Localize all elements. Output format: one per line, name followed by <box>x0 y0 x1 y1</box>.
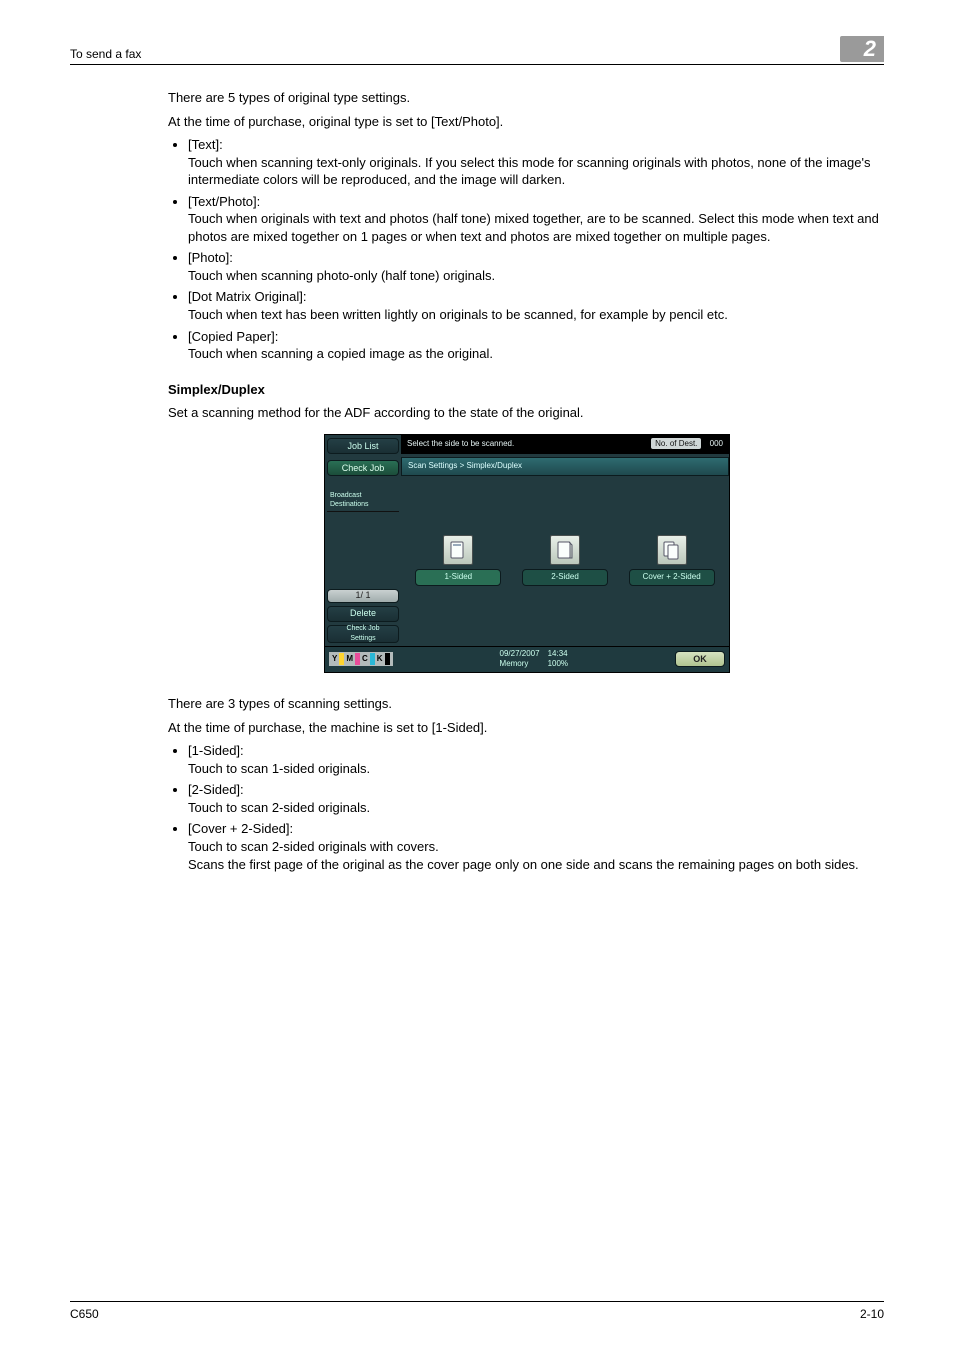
memory-value: 100% <box>548 659 568 668</box>
list-item: [Photo]: Touch when scanning photo-only … <box>188 249 884 284</box>
toner-yellow-icon <box>339 653 344 665</box>
item-desc: Touch when scanning a copied image as th… <box>188 346 493 361</box>
item-name: [Text/Photo]: <box>188 194 260 209</box>
item-name: [Photo]: <box>188 250 233 265</box>
list-item: [2-Sided]: Touch to scan 2-sided origina… <box>188 781 884 816</box>
page-double-icon <box>550 535 580 565</box>
toner-letter: C <box>362 654 368 665</box>
list-item: [Text]: Touch when scanning text-only or… <box>188 136 884 189</box>
touchscreen-screenshot: Job List Select the side to be scanned. … <box>324 434 728 673</box>
list-item: [Copied Paper]: Touch when scanning a co… <box>188 328 884 363</box>
item-desc: Touch when scanning text-only originals.… <box>188 155 870 188</box>
item-name: [1-Sided]: <box>188 743 244 758</box>
item-name: [Dot Matrix Original]: <box>188 289 306 304</box>
item-desc: Touch to scan 2-sided originals. <box>188 800 370 815</box>
item-name: [2-Sided]: <box>188 782 244 797</box>
item-desc: Touch to scan 1-sided originals. <box>188 761 370 776</box>
item-desc: Touch when originals with text and photo… <box>188 211 879 244</box>
item-name: [Copied Paper]: <box>188 329 278 344</box>
option-1sided[interactable]: 1-Sided <box>414 535 502 586</box>
panel-time: 14:34 <box>548 649 568 658</box>
chapter-number-chip: 2 <box>840 36 884 62</box>
option-label: Cover + 2-Sided <box>629 569 715 586</box>
option-2sided[interactable]: 2-Sided <box>521 535 609 586</box>
check-job-button[interactable]: Check Job <box>327 460 399 476</box>
item-name: [Text]: <box>188 137 223 152</box>
footer-model: C650 <box>70 1306 99 1322</box>
item-name: [Cover + 2-Sided]: <box>188 821 293 836</box>
toner-cyan-icon <box>370 653 375 665</box>
footer-page-number: 2-10 <box>860 1306 884 1322</box>
page-footer: C650 2-10 <box>70 1301 884 1322</box>
ok-button[interactable]: OK <box>675 651 725 667</box>
intro-text-4: At the time of purchase, the machine is … <box>168 719 884 737</box>
intro-text-2: At the time of purchase, original type i… <box>168 113 884 131</box>
section-desc: Set a scanning method for the ADF accord… <box>168 404 884 422</box>
breadcrumb: Scan Settings > Simplex/Duplex <box>401 457 729 476</box>
job-list-button[interactable]: Job List <box>327 438 399 454</box>
intro-text-1: There are 5 types of original type setti… <box>168 89 884 107</box>
running-head: To send a fax <box>70 46 141 62</box>
page-single-icon <box>443 535 473 565</box>
panel-date: 09/27/2007 <box>500 649 540 658</box>
page-body: There are 5 types of original type setti… <box>70 65 884 873</box>
list-item: [Cover + 2-Sided]: Touch to scan 2-sided… <box>188 820 884 873</box>
toner-letter: K <box>377 654 383 665</box>
section-heading-simplex-duplex: Simplex/Duplex <box>168 381 884 399</box>
list-item: [Text/Photo]: Touch when originals with … <box>188 193 884 246</box>
panel-message: Select the side to be scanned. <box>407 439 514 450</box>
option-label: 2-Sided <box>522 569 608 586</box>
memory-label: Memory <box>500 659 529 668</box>
item-desc: Touch when text has been written lightly… <box>188 307 728 322</box>
original-type-list: [Text]: Touch when scanning text-only or… <box>168 136 884 363</box>
toner-levels: Y M C K <box>329 652 393 666</box>
scanning-type-list: [1-Sided]: Touch to scan 1-sided origina… <box>168 742 884 873</box>
list-item: [1-Sided]: Touch to scan 1-sided origina… <box>188 742 884 777</box>
option-label: 1-Sided <box>415 569 501 586</box>
page-indicator: 1/ 1 <box>327 589 399 603</box>
duplex-options: 1-Sided 2-Sided <box>401 476 729 646</box>
toner-letter: Y <box>332 654 337 665</box>
delete-button[interactable]: Delete <box>327 606 399 622</box>
toner-magenta-icon <box>355 653 360 665</box>
item-desc: Touch when scanning photo-only (half ton… <box>188 268 495 283</box>
page-cover-icon <box>657 535 687 565</box>
dest-count-label: No. of Dest. <box>651 438 701 449</box>
toner-black-icon <box>385 653 390 665</box>
toner-letter: M <box>346 654 353 665</box>
broadcast-label: Broadcast Destinations <box>327 490 399 512</box>
page-header: To send a fax 2 <box>70 36 884 65</box>
dest-count-value: 000 <box>710 439 723 448</box>
check-job-settings-button[interactable]: Check Job Settings <box>327 625 399 643</box>
intro-text-3: There are 3 types of scanning settings. <box>168 695 884 713</box>
option-cover-2sided[interactable]: Cover + 2-Sided <box>628 535 716 586</box>
item-desc: Touch to scan 2-sided originals with cov… <box>188 839 859 872</box>
list-item: [Dot Matrix Original]: Touch when text h… <box>188 288 884 323</box>
